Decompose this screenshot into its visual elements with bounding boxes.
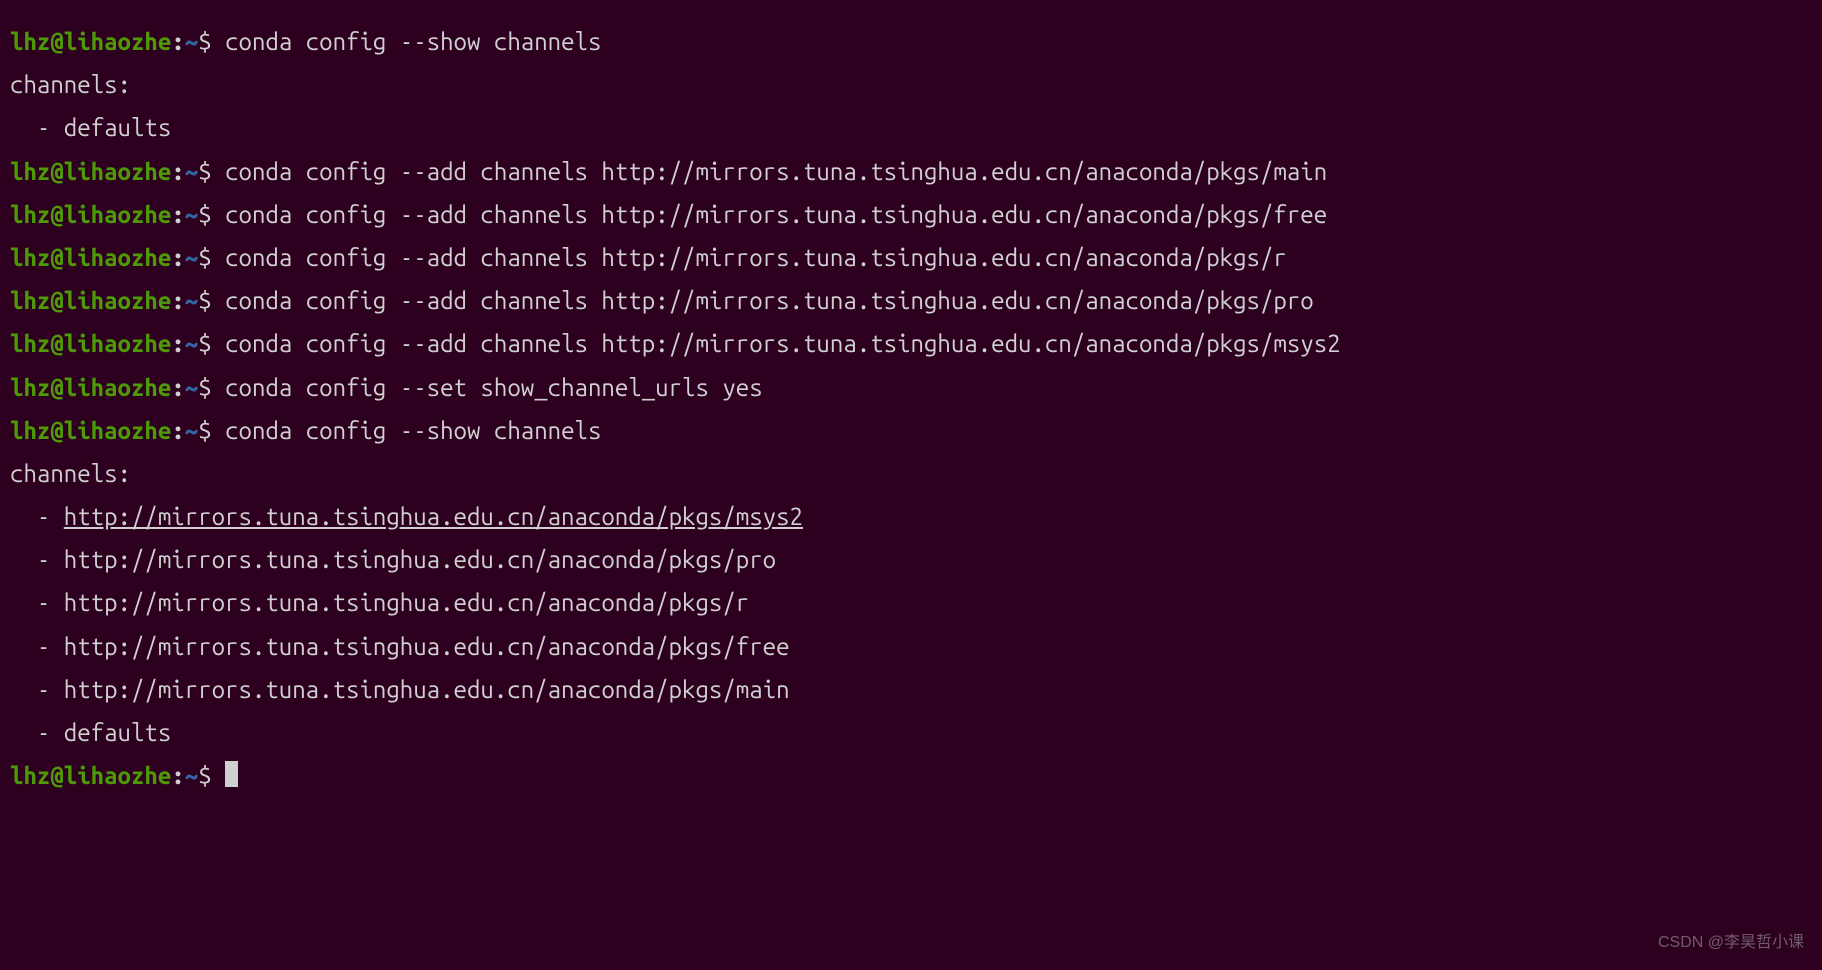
terminal-line: lhz@lihaozhe:~$ conda config --add chann… bbox=[10, 236, 1812, 279]
output-text: channels: bbox=[10, 460, 131, 487]
prompt-user-host: lhz@lihaozhe bbox=[10, 330, 171, 357]
command-text: conda config --add channels http://mirro… bbox=[225, 287, 1314, 314]
prompt-user-host: lhz@lihaozhe bbox=[10, 417, 171, 444]
command-text: conda config --show channels bbox=[225, 417, 601, 444]
prompt-path: ~ bbox=[185, 374, 198, 401]
prompt-path: ~ bbox=[185, 330, 198, 357]
output-text: - http://mirrors.tuna.tsinghua.edu.cn/an… bbox=[10, 633, 790, 660]
output-text: channels: bbox=[10, 71, 131, 98]
command-text: conda config --set show_channel_urls yes bbox=[225, 374, 763, 401]
prompt-user-host: lhz@lihaozhe bbox=[10, 762, 171, 789]
prompt-path: ~ bbox=[185, 28, 198, 55]
prompt-symbol: $ bbox=[198, 201, 225, 228]
output-text: - http://mirrors.tuna.tsinghua.edu.cn/an… bbox=[10, 589, 749, 616]
output-text: - http://mirrors.tuna.tsinghua.edu.cn/an… bbox=[10, 546, 776, 573]
terminal-line: channels: bbox=[10, 452, 1812, 495]
terminal-line: lhz@lihaozhe:~$ conda config --add chann… bbox=[10, 150, 1812, 193]
prompt-user-host: lhz@lihaozhe bbox=[10, 28, 171, 55]
command-text: conda config --add channels http://mirro… bbox=[225, 244, 1287, 271]
output-text: - defaults bbox=[10, 719, 171, 746]
terminal-line: lhz@lihaozhe:~$ conda config --show chan… bbox=[10, 20, 1812, 63]
terminal-line: - http://mirrors.tuna.tsinghua.edu.cn/an… bbox=[10, 581, 1812, 624]
prompt-colon: : bbox=[171, 762, 184, 789]
terminal-line: - http://mirrors.tuna.tsinghua.edu.cn/an… bbox=[10, 668, 1812, 711]
command-text: conda config --add channels http://mirro… bbox=[225, 201, 1327, 228]
terminal-line: - http://mirrors.tuna.tsinghua.edu.cn/an… bbox=[10, 495, 1812, 538]
prompt-symbol: $ bbox=[198, 244, 225, 271]
prompt-user-host: lhz@lihaozhe bbox=[10, 374, 171, 401]
prompt-colon: : bbox=[171, 201, 184, 228]
terminal-line: lhz@lihaozhe:~$ conda config --add chann… bbox=[10, 322, 1812, 365]
prompt-path: ~ bbox=[185, 158, 198, 185]
terminal-line: - defaults bbox=[10, 106, 1812, 149]
prompt-user-host: lhz@lihaozhe bbox=[10, 287, 171, 314]
prompt-user-host: lhz@lihaozhe bbox=[10, 201, 171, 228]
output-prefix: - bbox=[10, 503, 64, 530]
output-text: - http://mirrors.tuna.tsinghua.edu.cn/an… bbox=[10, 676, 790, 703]
terminal-line: lhz@lihaozhe:~$ conda config --set show_… bbox=[10, 366, 1812, 409]
prompt-colon: : bbox=[171, 287, 184, 314]
prompt-path: ~ bbox=[185, 417, 198, 444]
terminal-line: - defaults bbox=[10, 711, 1812, 754]
prompt-symbol: $ bbox=[198, 417, 225, 444]
prompt-colon: : bbox=[171, 374, 184, 401]
prompt-symbol: $ bbox=[198, 158, 225, 185]
prompt-path: ~ bbox=[185, 244, 198, 271]
output-link[interactable]: http://mirrors.tuna.tsinghua.edu.cn/anac… bbox=[64, 503, 803, 530]
command-text: conda config --show channels bbox=[225, 28, 601, 55]
prompt-symbol: $ bbox=[198, 28, 225, 55]
terminal-line: lhz@lihaozhe:~$ conda config --add chann… bbox=[10, 193, 1812, 236]
prompt-colon: : bbox=[171, 330, 184, 357]
command-text: conda config --add channels http://mirro… bbox=[225, 158, 1327, 185]
prompt-path: ~ bbox=[185, 762, 198, 789]
cursor-icon bbox=[225, 761, 238, 787]
terminal-line: lhz@lihaozhe:~$ bbox=[10, 754, 1812, 797]
terminal-line: lhz@lihaozhe:~$ conda config --add chann… bbox=[10, 279, 1812, 322]
output-text: - defaults bbox=[10, 114, 171, 141]
command-text: conda config --add channels http://mirro… bbox=[225, 330, 1341, 357]
terminal-line: - http://mirrors.tuna.tsinghua.edu.cn/an… bbox=[10, 625, 1812, 668]
terminal-window[interactable]: lhz@lihaozhe:~$ conda config --show chan… bbox=[10, 20, 1812, 797]
prompt-symbol: $ bbox=[198, 374, 225, 401]
prompt-colon: : bbox=[171, 158, 184, 185]
prompt-colon: : bbox=[171, 28, 184, 55]
prompt-symbol: $ bbox=[198, 287, 225, 314]
prompt-path: ~ bbox=[185, 287, 198, 314]
prompt-symbol: $ bbox=[198, 762, 225, 789]
prompt-path: ~ bbox=[185, 201, 198, 228]
watermark: CSDN @李昊哲小课 bbox=[1658, 929, 1804, 958]
terminal-line: channels: bbox=[10, 63, 1812, 106]
terminal-line: - http://mirrors.tuna.tsinghua.edu.cn/an… bbox=[10, 538, 1812, 581]
prompt-colon: : bbox=[171, 417, 184, 444]
prompt-colon: : bbox=[171, 244, 184, 271]
prompt-symbol: $ bbox=[198, 330, 225, 357]
prompt-user-host: lhz@lihaozhe bbox=[10, 158, 171, 185]
prompt-user-host: lhz@lihaozhe bbox=[10, 244, 171, 271]
terminal-line: lhz@lihaozhe:~$ conda config --show chan… bbox=[10, 409, 1812, 452]
